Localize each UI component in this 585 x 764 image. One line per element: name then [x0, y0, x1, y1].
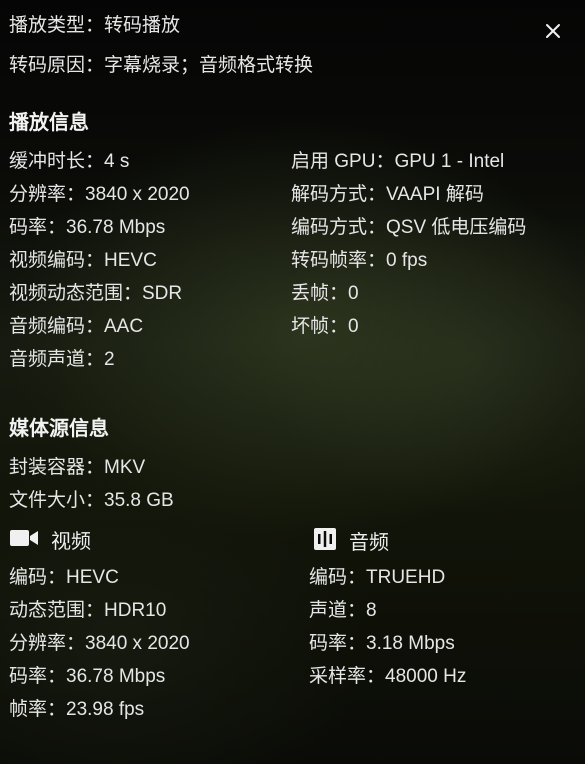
audio-bitrate-src: 码率：3.18 Mbps: [309, 633, 455, 654]
transcode-framerate: 转码帧率：0 fps: [291, 250, 428, 271]
video-camera-icon: [9, 527, 39, 556]
transcode-reason-text: 转码原因：字幕烧录；音频格式转换: [9, 55, 314, 76]
audio-codec-src: 编码：TRUEHD: [309, 567, 446, 588]
bitrate: 码率：36.78 Mbps: [9, 217, 166, 238]
video-bitrate-src: 码率：36.78 Mbps: [9, 666, 166, 687]
video-resolution-src: 分辨率：3840 x 2020: [9, 633, 190, 654]
resolution: 分辨率：3840 x 2020: [9, 184, 190, 205]
video-codec: 视频编码：HEVC: [9, 250, 157, 271]
decode-method: 解码方式：VAAPI 解码: [291, 184, 484, 205]
buffer-duration: 缓冲时长：4 s: [9, 151, 130, 172]
video-section-title: 视频: [51, 530, 91, 553]
play-type-text: 播放类型：转码播放: [9, 15, 181, 36]
audio-channels-src: 声道：8: [309, 600, 377, 621]
video-section-heading: 视频: [9, 527, 91, 556]
close-button[interactable]: [540, 18, 566, 44]
encode-method: 编码方式：QSV 低电压编码: [291, 217, 527, 238]
dropped-frames: 丢帧：0: [291, 283, 359, 304]
audio-section-title: 音频: [349, 531, 389, 554]
audio-channels: 音频声道：2: [9, 349, 115, 370]
video-codec-src: 编码：HEVC: [9, 567, 119, 588]
bad-frames: 坏帧：0: [291, 316, 359, 337]
container-format: 封装容器：MKV: [9, 457, 146, 478]
video-framerate-src: 帧率：23.98 fps: [9, 699, 145, 720]
media-source-heading: 媒体源信息: [9, 418, 109, 440]
audio-wave-icon: [313, 527, 337, 558]
audio-samplerate-src: 采样率：48000 Hz: [309, 666, 467, 687]
video-dynamic-range-src: 动态范围：HDR10: [9, 600, 167, 621]
gpu-enabled: 启用 GPU：GPU 1 - Intel: [291, 151, 505, 172]
close-icon: [546, 24, 560, 38]
audio-codec: 音频编码：AAC: [9, 316, 144, 337]
audio-section-heading: 音频: [313, 527, 389, 558]
video-dynamic-range: 视频动态范围：SDR: [9, 283, 183, 304]
playback-info-heading: 播放信息: [9, 112, 89, 134]
file-size: 文件大小：35.8 GB: [9, 490, 174, 511]
